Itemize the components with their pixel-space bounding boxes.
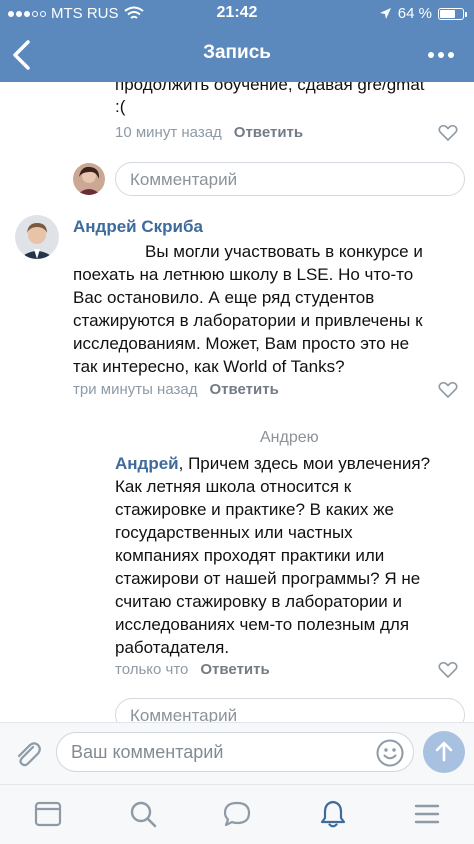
reply-comment-meta: только что Ответить bbox=[115, 661, 270, 678]
comments-feed[interactable]: продолжить обучение, сдавая gre/gmat :( … bbox=[0, 82, 474, 722]
battery-icon bbox=[438, 7, 467, 20]
like-heart-icon[interactable] bbox=[438, 124, 458, 142]
comment-time: только что bbox=[115, 661, 189, 678]
mention-link[interactable]: Андрей bbox=[115, 454, 179, 473]
send-button[interactable] bbox=[423, 731, 465, 773]
page-title: Запись bbox=[203, 42, 271, 63]
comment-line: государственных или частных bbox=[115, 523, 353, 542]
comment-meta: три минуты назад Ответить bbox=[73, 381, 279, 398]
send-arrow-icon bbox=[435, 741, 453, 762]
comment-line: считаю стажировку в лаборатории и bbox=[115, 592, 402, 611]
news-icon[interactable] bbox=[33, 799, 63, 829]
comment-line: работадателя. bbox=[115, 638, 230, 657]
comment-line: исследованиям. Может, Вам просто это не bbox=[73, 334, 410, 353]
comment-line: Андрей, Причем здесь мои увлечения? bbox=[115, 452, 465, 475]
status-right: 64 % bbox=[379, 5, 467, 22]
emoji-icon[interactable] bbox=[376, 739, 404, 767]
comment-line: стажирови от нашей программы? Я не bbox=[115, 569, 421, 588]
notifications-icon[interactable] bbox=[318, 799, 348, 829]
like-heart-icon[interactable] bbox=[438, 381, 458, 399]
battery-percent: 64 % bbox=[397, 5, 432, 22]
comment-line: стажируются в лаборатории и привлечены к bbox=[73, 311, 423, 330]
comment-line: стажировке и практике? В каких же bbox=[115, 500, 394, 519]
prev-comment-meta: 10 минут назад Ответить bbox=[115, 124, 303, 141]
comment-input[interactable]: Комментарий bbox=[115, 162, 465, 196]
search-icon[interactable] bbox=[128, 799, 158, 829]
comment-author[interactable]: Андрей Скриба bbox=[73, 217, 203, 237]
comment-line: компаниях проходят практики или bbox=[115, 546, 385, 565]
reply-button[interactable]: Ответить bbox=[234, 124, 303, 141]
reply-button[interactable]: Ответить bbox=[209, 381, 278, 398]
prev-comment-line: продолжить обучение, сдавая gre/gmat bbox=[115, 82, 425, 94]
nav-bar: Запись bbox=[0, 28, 474, 82]
app-screen: MTS RUS 21:42 64 % Запись продолжить обу… bbox=[0, 0, 474, 844]
reply-to-label[interactable]: Андрею bbox=[260, 429, 319, 447]
comment-composer: Ваш комментарий bbox=[0, 722, 474, 784]
comment-line: Вы могли участвовать в конкурсе и bbox=[145, 242, 423, 261]
comment-line: так интересно, как World of Tanks? bbox=[73, 357, 345, 376]
comment-time: три минуты назад bbox=[73, 381, 198, 398]
prev-comment-text: продолжить обучение, сдавая gre/gmat :( bbox=[115, 82, 465, 118]
prev-comment-line: :( bbox=[115, 97, 126, 116]
author-avatar[interactable] bbox=[15, 215, 59, 259]
menu-icon[interactable] bbox=[412, 799, 442, 829]
reply-button[interactable]: Ответить bbox=[200, 661, 269, 678]
user-avatar bbox=[73, 163, 105, 195]
comment-line: поехать на летнюю школу в LSE. Но что-то bbox=[73, 265, 414, 284]
location-icon bbox=[379, 8, 391, 19]
comment-text: Вы могли участвовать в конкурсе и поехат… bbox=[73, 240, 468, 378]
tab-bar bbox=[0, 784, 474, 844]
header: MTS RUS 21:42 64 % Запись bbox=[0, 0, 474, 82]
attach-paperclip-icon[interactable] bbox=[14, 739, 42, 769]
comment-time: 10 минут назад bbox=[115, 124, 222, 141]
like-heart-icon[interactable] bbox=[438, 661, 458, 679]
messages-icon[interactable] bbox=[222, 799, 252, 829]
comment-line-rest: , Причем здесь мои увлечения? bbox=[178, 454, 431, 473]
status-bar: MTS RUS 21:42 64 % bbox=[0, 0, 474, 28]
comment-line: Как летняя школа относится к bbox=[115, 477, 352, 496]
comment-text-field[interactable]: Ваш комментарий bbox=[56, 732, 414, 772]
comment-line: Вас остановило. А еще ряд студентов bbox=[73, 288, 375, 307]
comment-line: исследованиях чем-то полезным для bbox=[115, 615, 410, 634]
reply-comment-text: Андрей, Причем здесь мои увлечения? Как … bbox=[115, 452, 465, 659]
more-icon[interactable] bbox=[428, 52, 454, 58]
comment-input[interactable]: Комментарий bbox=[115, 698, 465, 722]
